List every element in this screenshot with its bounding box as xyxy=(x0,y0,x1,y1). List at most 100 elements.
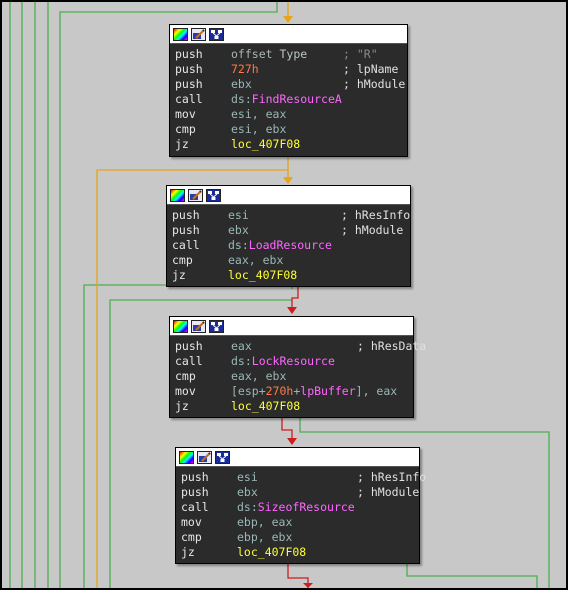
color-picker-icon[interactable] xyxy=(179,450,194,464)
block-header-toolbar xyxy=(170,317,413,336)
instruction-line[interactable]: jz loc_407F08 xyxy=(175,399,413,414)
mnemonic: mov xyxy=(181,515,202,529)
arrow-red-2 xyxy=(287,438,297,445)
color-picker-icon[interactable] xyxy=(170,188,185,202)
mnemonic: call xyxy=(175,92,203,106)
instruction-line[interactable]: mov [esp+270h+lpBuffer], eax xyxy=(175,384,413,399)
operand-part: ds: xyxy=(228,238,249,252)
graph-view-icon[interactable] xyxy=(215,450,230,464)
operands: loc_407F08 xyxy=(228,268,297,283)
code-block-sizeof-resource[interactable]: push esi ; hResInfo push ebx ; hModule call ds:… xyxy=(175,447,426,564)
instruction-line[interactable]: cmp eax, ebx xyxy=(175,369,413,384)
operands: ebp, ebx xyxy=(237,530,292,545)
mnemonic: call xyxy=(181,500,209,514)
operand-part: loc_407F08 xyxy=(231,137,301,151)
operand-part: 727h xyxy=(231,62,259,76)
instruction-line[interactable]: push eax ; hResData xyxy=(175,339,426,354)
instruction-line[interactable]: jz loc_407F08 xyxy=(175,137,407,152)
instruction-line[interactable]: jz loc_407F08 xyxy=(181,545,419,560)
edge-green-block4-out xyxy=(406,562,538,588)
operand-part: eax xyxy=(231,339,252,353)
operand-part: loc_407F08 xyxy=(237,545,307,559)
operand-part: loc_407F08 xyxy=(228,268,298,282)
operand-part: offset xyxy=(231,47,280,61)
operand-part: esi, ebx xyxy=(231,122,287,136)
color-picker-icon[interactable] xyxy=(173,319,188,333)
operand-part: esi xyxy=(228,208,249,222)
graph-view-canvas[interactable]: push offset Type; "R" push 727h; lpName push… xyxy=(2,2,566,588)
mnemonic: push xyxy=(175,62,203,76)
mnemonic: push xyxy=(172,208,200,222)
operands: esi xyxy=(237,470,258,485)
rename-pencil-icon[interactable] xyxy=(197,450,212,464)
operand-part: eax, ebx xyxy=(228,253,284,267)
comment: ; hResInfo xyxy=(341,208,411,222)
operands: eax, ebx xyxy=(231,369,286,384)
rename-pencil-icon[interactable] xyxy=(191,27,206,41)
mnemonic: jz xyxy=(172,268,186,282)
instruction-line[interactable]: jz loc_407F08 xyxy=(172,268,410,283)
graph-view-icon[interactable] xyxy=(209,319,224,333)
comment: ; hResInfo xyxy=(357,470,427,484)
operand-part: ebx xyxy=(228,223,249,237)
edge-red-1 xyxy=(291,287,299,307)
instruction-line[interactable]: cmp ebp, ebx xyxy=(181,530,419,545)
operands: ebx xyxy=(228,223,249,238)
operand-part: loc_407F08 xyxy=(231,399,301,413)
graph-view-icon[interactable] xyxy=(206,188,221,202)
operand-part: ], eax xyxy=(355,384,398,398)
mnemonic: cmp xyxy=(172,253,193,267)
operand-part: ebp, eax xyxy=(237,515,293,529)
operand-part: 270h xyxy=(265,384,294,398)
block-header-toolbar xyxy=(176,448,419,467)
arrow-orange-1 xyxy=(283,16,293,23)
instruction-line[interactable]: push ebx ; hModule xyxy=(172,223,410,238)
operand-part: LockResource xyxy=(251,354,335,368)
operands: esi, eax xyxy=(231,107,286,122)
instruction-line[interactable]: call ds:LoadResource xyxy=(172,238,410,253)
code-block-load-resource[interactable]: push esi ; hResInfo push ebx ; hModule call ds:… xyxy=(166,185,411,287)
operand-part: eax, ebx xyxy=(231,369,287,383)
color-picker-icon[interactable] xyxy=(173,27,188,41)
arrow-orange-2 xyxy=(283,177,293,184)
instruction-line[interactable]: push offset Type ; "R" xyxy=(175,47,407,62)
instruction-line[interactable]: call ds:LockResource xyxy=(175,354,413,369)
instruction-line[interactable]: push ebx ; hModule xyxy=(175,77,407,92)
operand-part: [esp+ xyxy=(231,384,266,398)
comment: ; hResData xyxy=(357,339,427,353)
arrow-red-3 xyxy=(303,583,313,588)
operand-part: esi, eax xyxy=(231,107,287,121)
operand-part: esi xyxy=(237,470,258,484)
block-instructions: push esi ; hResInfo push ebx ; hModule call ds:… xyxy=(167,205,410,285)
block-instructions: push offset Type; "R" push 727h; lpName push… xyxy=(170,44,407,154)
mnemonic: jz xyxy=(175,137,189,151)
instruction-line[interactable]: mov ebp, eax xyxy=(181,515,419,530)
operand-part: lpBuffer xyxy=(300,384,356,398)
operand-part: SizeofResource xyxy=(257,500,355,514)
operand-part: ebx xyxy=(237,485,258,499)
instruction-line[interactable]: push esi ; hResInfo xyxy=(181,470,426,485)
instruction-line[interactable]: cmp esi, ebx xyxy=(175,122,407,137)
instruction-line[interactable]: mov esi, eax xyxy=(175,107,407,122)
code-block-lock-resource[interactable]: push eax ; hResData call ds:LockResource cmp e… xyxy=(169,316,426,418)
instruction-line[interactable]: call ds:FindResourceA xyxy=(175,92,407,107)
rename-pencil-icon[interactable] xyxy=(191,319,206,333)
instruction-line[interactable]: call ds:SizeofResource xyxy=(181,500,419,515)
code-block-find-resource[interactable]: push offset Type; "R" push 727h; lpName push… xyxy=(169,24,408,157)
mnemonic: push xyxy=(181,470,209,484)
instruction-line[interactable]: push esi ; hResInfo xyxy=(172,208,410,223)
operand-part: FindResourceA xyxy=(251,92,342,106)
rename-pencil-icon[interactable] xyxy=(188,188,203,202)
instruction-line[interactable]: push ebx ; hModule xyxy=(181,485,419,500)
operands: ds:SizeofResource xyxy=(237,500,355,515)
operand-part: ds: xyxy=(237,500,258,514)
mnemonic: push xyxy=(181,485,209,499)
mnemonic: call xyxy=(175,354,203,368)
instruction-line[interactable]: cmp eax, ebx xyxy=(172,253,410,268)
operands: eax xyxy=(231,339,252,354)
graph-view-icon[interactable] xyxy=(209,27,224,41)
mnemonic: push xyxy=(175,77,203,91)
operands: loc_407F08 xyxy=(231,399,300,414)
instruction-line[interactable]: push 727h ; lpName xyxy=(175,62,407,77)
block-instructions: push esi ; hResInfo push ebx ; hModule call ds:… xyxy=(176,467,426,562)
